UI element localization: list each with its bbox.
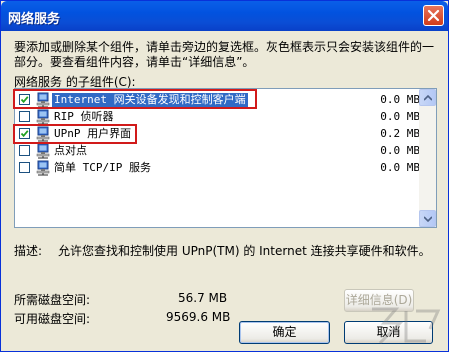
component-row[interactable]: 点对点 0.0 MB (16, 143, 420, 159)
component-checkbox[interactable] (19, 111, 30, 122)
vertical-scrollbar[interactable] (419, 89, 436, 227)
component-size: 0.2 MB (380, 127, 420, 140)
instructions-text: 要添加或删除某个组件，请单击旁边的复选框。灰色框表示只会安装该组件的一部分。要查… (14, 40, 435, 69)
components-listbox[interactable]: Internet 网关设备发现和控制客户端 0.0 MB RIP 侦听器 0.0 MB… (14, 88, 437, 228)
component-name: RIP 侦听器 (54, 110, 114, 123)
component-size: 0.0 MB (380, 110, 420, 123)
description-label: 描述: (14, 244, 43, 258)
title-bar[interactable]: 网络服务 (1, 1, 448, 31)
scroll-up-button[interactable] (419, 89, 436, 106)
window-title: 网络服务 (8, 12, 61, 27)
close-button[interactable] (423, 5, 444, 26)
component-size: 0.0 MB (380, 93, 420, 106)
scroll-down-button[interactable] (419, 210, 436, 227)
scroll-down-icon (424, 216, 432, 222)
component-size: 0.0 MB (380, 161, 420, 174)
required-space-label: 所需磁盘空间: (14, 293, 91, 307)
required-space-value: 56.7 MB (178, 291, 228, 305)
highlight-box-internet-gateway (13, 89, 257, 109)
highlight-box-upnp-ui (13, 124, 137, 144)
dialog-window: 网络服务 要添加或删除某个组件，请单击旁边的复选框。灰色框表示只会安装该组件的一… (0, 0, 449, 352)
network-component-icon (35, 109, 51, 125)
component-row[interactable]: 简单 TCP/IP 服务 0.0 MB (16, 160, 420, 176)
description-text: 允许您查找和控制使用 UPnP(TM) 的 Internet 连接共享硬件和软件… (58, 244, 431, 258)
available-space-label: 可用磁盘空间: (14, 312, 91, 326)
network-component-icon (35, 143, 51, 159)
component-name: 点对点 (54, 144, 87, 157)
watermark-logo (372, 307, 441, 345)
close-icon (427, 9, 440, 22)
available-space-value: 9569.6 MB (166, 310, 231, 324)
component-size: 0.0 MB (380, 144, 420, 157)
component-checkbox[interactable] (19, 145, 30, 156)
ok-button[interactable]: 确定 (239, 321, 330, 344)
network-component-icon (35, 160, 51, 176)
scroll-up-icon (424, 95, 432, 101)
component-row[interactable]: RIP 侦听器 0.0 MB (16, 109, 420, 125)
component-name: 简单 TCP/IP 服务 (54, 161, 151, 174)
component-checkbox[interactable] (19, 162, 30, 173)
